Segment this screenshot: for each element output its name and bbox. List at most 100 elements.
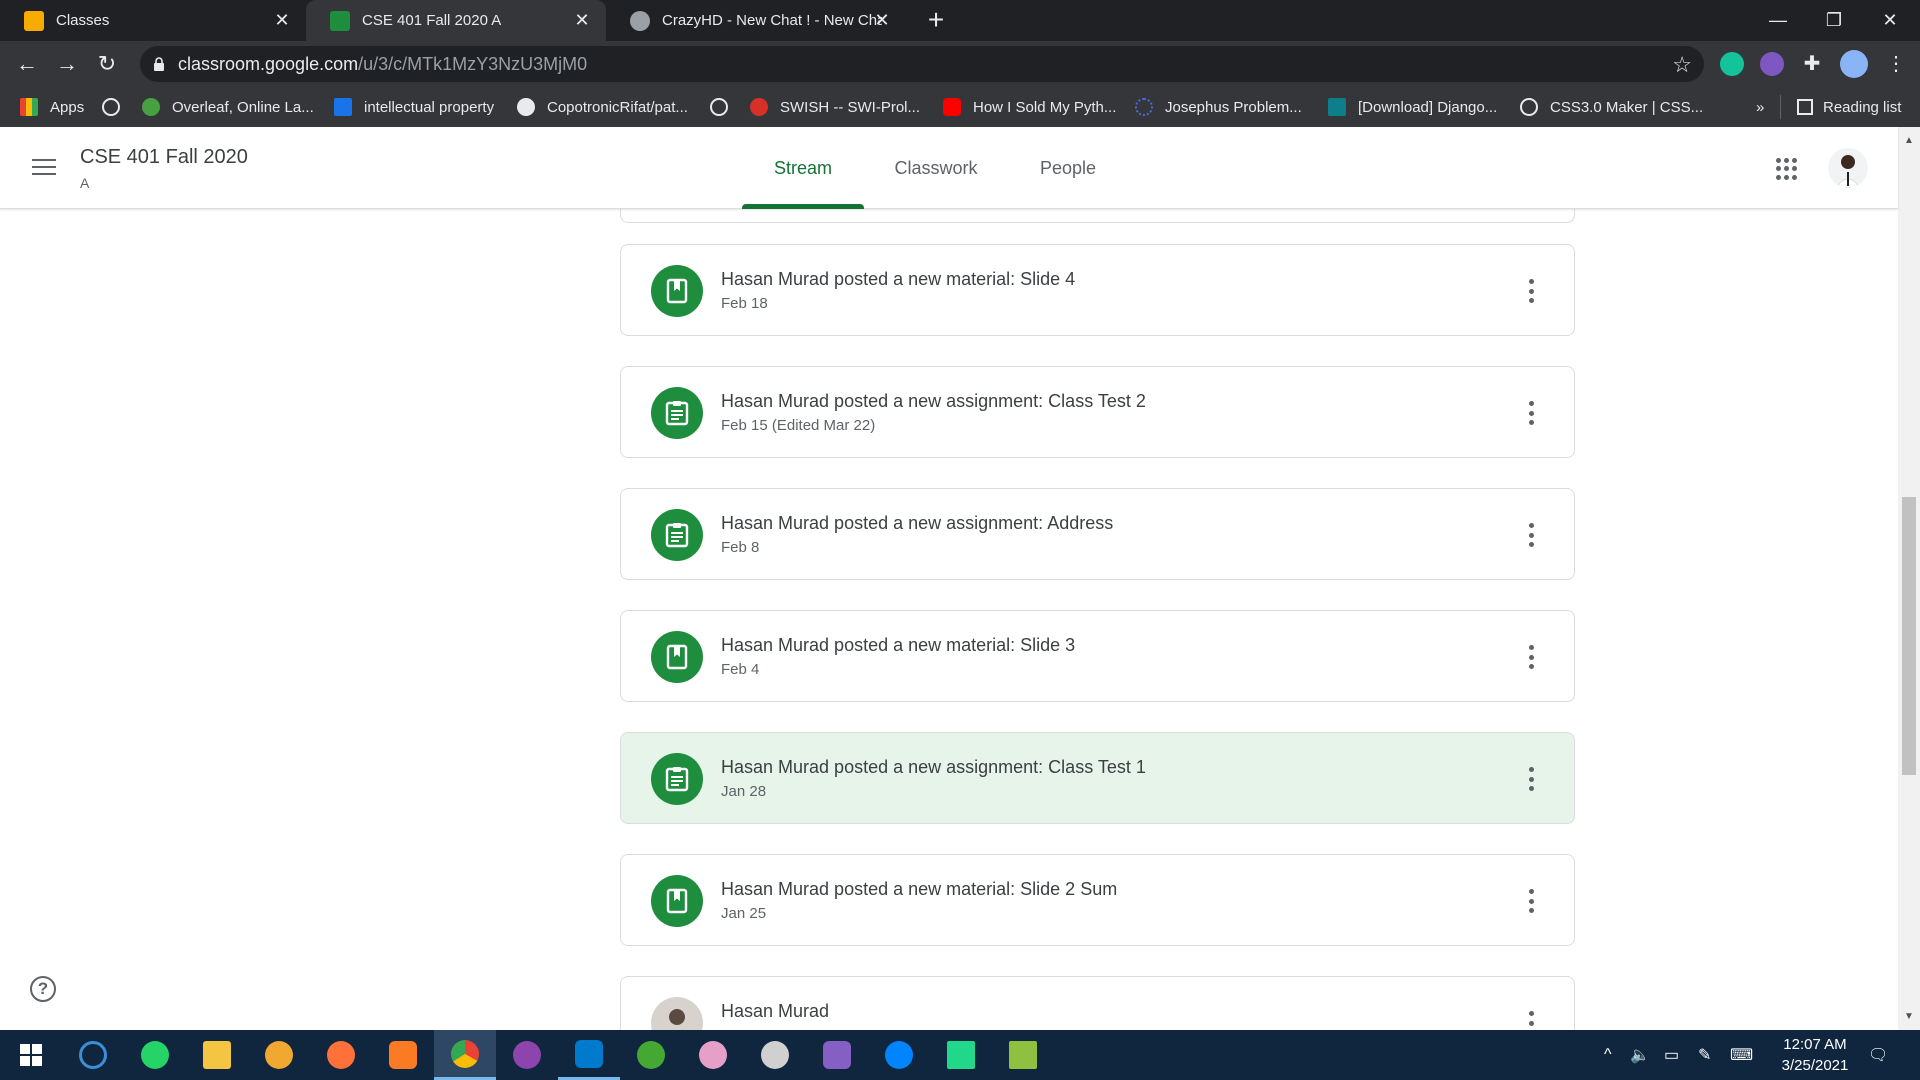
taskbar-anaconda[interactable]: [620, 1030, 682, 1080]
tab-classes[interactable]: Classes ✕: [0, 0, 306, 41]
cortana-icon: [79, 1041, 107, 1069]
tab-classwork[interactable]: Classwork: [870, 127, 1002, 209]
bookmark-intellectual-property[interactable]: intellectual property: [334, 87, 494, 127]
taskbar-paint[interactable]: [682, 1030, 744, 1080]
scrollbar-thumb[interactable]: [1902, 497, 1916, 775]
stream-item[interactable]: Hasan Murad posted a new material: Slide…: [620, 854, 1575, 946]
more-options-icon[interactable]: [1528, 1011, 1534, 1030]
bookmark-github[interactable]: CopotronicRifat/pat...: [517, 87, 688, 127]
more-options-icon[interactable]: [1528, 523, 1534, 547]
address-bar[interactable]: classroom.google.com/u/3/c/MTk1MzY3NzU3M…: [140, 46, 1704, 82]
taskbar-github-desktop[interactable]: [496, 1030, 558, 1080]
close-tab-icon[interactable]: ✕: [572, 10, 592, 30]
bookmark-josephus[interactable]: Josephus Problem...: [1135, 87, 1302, 127]
taskbar-inkscape[interactable]: [744, 1030, 806, 1080]
main-menu-icon[interactable]: [32, 159, 56, 177]
bookmarks-bar: Apps Overleaf, Online La... intellectual…: [0, 87, 1920, 127]
lock-icon[interactable]: [153, 56, 165, 72]
extension-icon[interactable]: [1760, 52, 1784, 76]
minimize-button[interactable]: —: [1750, 0, 1806, 41]
stream-item-title[interactable]: Hasan Murad posted a new assignment: Cla…: [721, 391, 1146, 412]
taskbar-visual-studio[interactable]: [806, 1030, 868, 1080]
grammarly-icon[interactable]: [1720, 52, 1744, 76]
assignment-icon: [651, 509, 703, 561]
notifications-icon[interactable]: 🗨: [1868, 1030, 1888, 1080]
more-bookmarks-button[interactable]: »: [1756, 87, 1764, 127]
bookmark-label: How I Sold My Pyth...: [973, 98, 1117, 116]
tab-cse-401[interactable]: CSE 401 Fall 2020 A ✕: [306, 0, 606, 41]
close-tab-icon[interactable]: ✕: [272, 10, 292, 30]
bookmark-globe-2[interactable]: [710, 87, 740, 127]
stream-item-partial[interactable]: [620, 209, 1575, 223]
tab-people[interactable]: People: [1008, 127, 1128, 209]
bookmark-overleaf[interactable]: Overleaf, Online La...: [142, 87, 314, 127]
taskbar-file-explorer[interactable]: [186, 1030, 248, 1080]
back-button[interactable]: ←: [12, 49, 42, 79]
taskbar-pycharm[interactable]: [930, 1030, 992, 1080]
volume-icon[interactable]: 🔈: [1630, 1030, 1650, 1080]
profile-icon[interactable]: [1840, 50, 1868, 78]
google-apps-icon[interactable]: [1776, 158, 1798, 180]
more-options-icon[interactable]: [1528, 767, 1534, 791]
taskbar-tor-browser[interactable]: [248, 1030, 310, 1080]
xampp-icon: [389, 1041, 417, 1069]
more-options-icon[interactable]: [1528, 889, 1534, 913]
more-options-icon[interactable]: [1528, 279, 1534, 303]
stream-item[interactable]: Hasan Murad posted a new assignment: Add…: [620, 488, 1575, 580]
scroll-down-icon[interactable]: ▼: [1903, 1011, 1915, 1023]
taskbar-cortana[interactable]: [62, 1030, 124, 1080]
stream-item[interactable]: Hasan Murad posted a new assignment: Cla…: [620, 366, 1575, 458]
stream-item-title[interactable]: Hasan Murad posted a new material: Slide…: [721, 879, 1117, 900]
stream-item-hovered[interactable]: Hasan Murad posted a new assignment: Cla…: [620, 732, 1575, 824]
account-avatar[interactable]: [1828, 148, 1868, 188]
more-options-icon[interactable]: [1528, 645, 1534, 669]
system-clock[interactable]: 12:07 AM 3/25/2021: [1770, 1034, 1860, 1076]
taskbar-messenger[interactable]: [868, 1030, 930, 1080]
pen-icon[interactable]: ✎: [1698, 1030, 1711, 1080]
stream-item-title[interactable]: Hasan Murad posted a new material: Slide…: [721, 635, 1075, 656]
reading-list-button[interactable]: Reading list: [1780, 95, 1901, 119]
new-tab-button[interactable]: +: [922, 6, 950, 34]
bookmark-label: SWISH -- SWI-Prol...: [780, 98, 920, 116]
taskbar-whatsapp[interactable]: [124, 1030, 186, 1080]
more-vert-icon[interactable]: ⋮: [1884, 52, 1908, 76]
reload-button[interactable]: ↻: [92, 49, 122, 79]
taskbar-notepad-plus[interactable]: [992, 1030, 1054, 1080]
more-options-icon[interactable]: [1528, 401, 1534, 425]
bookmark-star-icon[interactable]: ☆: [1672, 52, 1692, 78]
forward-button[interactable]: →: [52, 49, 82, 79]
puzzle-icon[interactable]: ✚: [1800, 52, 1824, 76]
stream-item-title[interactable]: Hasan Murad posted a new assignment: Cla…: [721, 757, 1146, 778]
bookmark-youtube[interactable]: How I Sold My Pyth...: [943, 87, 1116, 127]
class-title[interactable]: CSE 401 Fall 2020: [80, 146, 248, 169]
bookmark-globe[interactable]: [102, 87, 132, 127]
tab-crazyhd[interactable]: CrazyHD - New Chat ! - New Cha ✕: [606, 0, 906, 41]
post-author[interactable]: Hasan Murad: [721, 1001, 829, 1022]
bookmark-django[interactable]: [Download] Django...: [1328, 87, 1497, 127]
taskbar-chrome[interactable]: [434, 1030, 496, 1080]
stream-item[interactable]: Hasan Murad posted a new material: Slide…: [620, 244, 1575, 336]
taskbar-xampp[interactable]: [372, 1030, 434, 1080]
bookmark-apps[interactable]: Apps: [20, 87, 84, 127]
notepad-plus-icon: [1009, 1041, 1037, 1069]
start-button[interactable]: [0, 1030, 62, 1080]
restore-button[interactable]: ❐: [1806, 0, 1862, 41]
tab-stream[interactable]: Stream: [742, 127, 864, 209]
taskbar-vscode[interactable]: [558, 1030, 620, 1080]
help-button[interactable]: ?: [30, 976, 56, 1002]
tray-overflow-icon[interactable]: ^: [1604, 1030, 1612, 1080]
page-scrollbar[interactable]: ▲ ▼: [1898, 127, 1920, 1030]
taskbar-firefox[interactable]: [310, 1030, 372, 1080]
bookmark-css-maker[interactable]: CSS3.0 Maker | CSS...: [1520, 87, 1703, 127]
scroll-up-icon[interactable]: ▲: [1903, 135, 1915, 147]
stream-item-title[interactable]: Hasan Murad posted a new material: Slide…: [721, 269, 1075, 290]
close-window-button[interactable]: ✕: [1862, 0, 1918, 41]
stream-item-title[interactable]: Hasan Murad posted a new assignment: Add…: [721, 513, 1113, 534]
network-icon[interactable]: ▭: [1664, 1030, 1679, 1080]
close-tab-icon[interactable]: ✕: [872, 10, 892, 30]
stream-item-post[interactable]: Hasan Murad: [620, 976, 1575, 1030]
bookmark-label: Apps: [50, 98, 85, 116]
bookmark-swish[interactable]: SWISH -- SWI-Prol...: [750, 87, 920, 127]
stream-item[interactable]: Hasan Murad posted a new material: Slide…: [620, 610, 1575, 702]
keyboard-icon[interactable]: ⌨: [1730, 1030, 1753, 1080]
